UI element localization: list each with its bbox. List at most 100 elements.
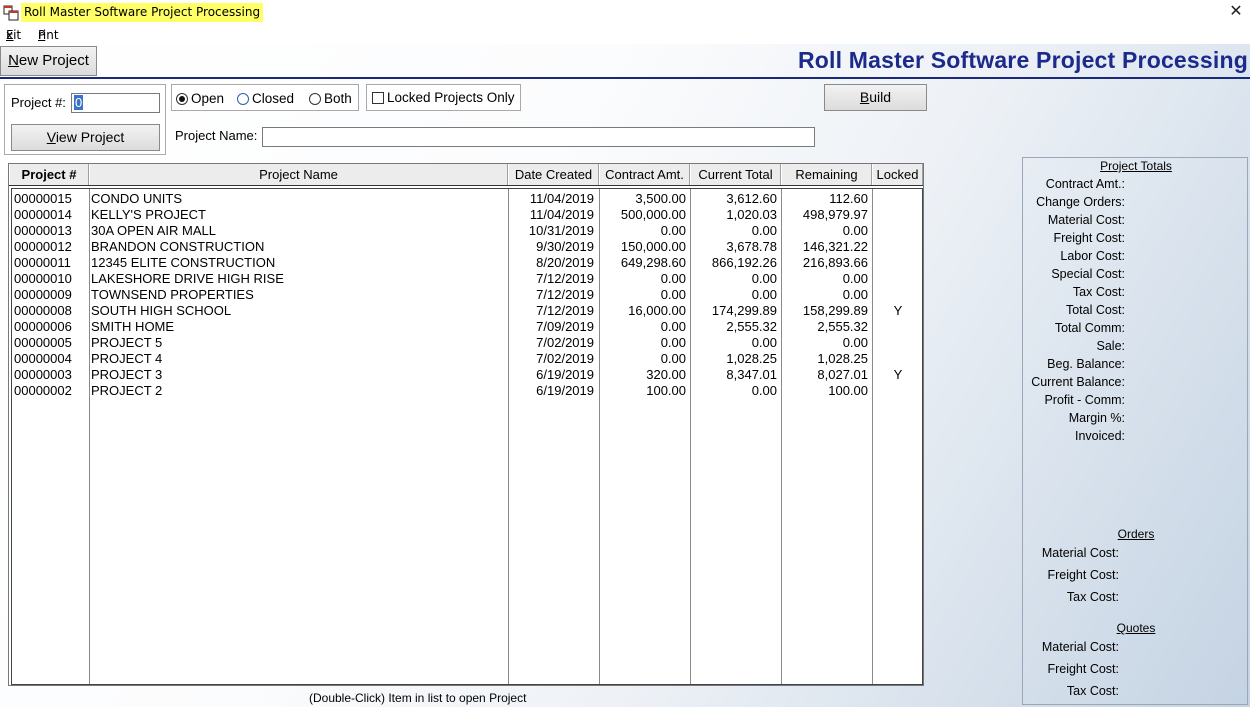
radio-both[interactable]: Both bbox=[309, 91, 352, 106]
grid-body: 00000015 CONDO UNITS 11/04/2019 3,500.00 3,6… bbox=[11, 188, 923, 685]
totals-label: Margin %: bbox=[1068, 411, 1125, 425]
table-cell: 1,028.25 bbox=[817, 351, 868, 366]
table-row[interactable]: 00000011 12345 ELITE CONSTRUCTION 8/20/201… bbox=[12, 255, 924, 271]
totals-panel: Project Totals Orders Quotes Contract Am… bbox=[1022, 157, 1248, 705]
table-row[interactable]: 00000003 PROJECT 3 6/19/2019 320.00 8,347.01… bbox=[12, 367, 924, 383]
table-cell: 7/02/2019 bbox=[536, 335, 594, 350]
table-cell: 6/19/2019 bbox=[536, 367, 594, 382]
col-header-remaining[interactable]: Remaining bbox=[781, 164, 872, 185]
project-number-input[interactable]: 0 bbox=[71, 93, 160, 113]
totals-label: Total Comm: bbox=[1054, 321, 1125, 335]
table-cell: BRANDON CONSTRUCTION bbox=[91, 239, 265, 254]
totals-label: Contract Amt.: bbox=[1045, 177, 1125, 191]
grid-header: Project # Project Name Date Created Cont… bbox=[9, 164, 923, 186]
table-cell bbox=[874, 271, 922, 287]
header-divider bbox=[0, 77, 1250, 79]
table-cell: 9/30/2019 bbox=[536, 239, 594, 254]
table-cell bbox=[874, 223, 922, 239]
table-cell bbox=[874, 287, 922, 303]
table-cell: KELLY'S PROJECT bbox=[91, 207, 206, 222]
totals-label: Current Balance: bbox=[1031, 375, 1125, 389]
table-row[interactable]: 00000013 30A OPEN AIR MALL 10/31/2019 0.00 0… bbox=[12, 223, 924, 239]
app-window-icon bbox=[3, 5, 19, 21]
table-cell: 0.00 bbox=[660, 335, 686, 350]
new-project-button[interactable]: New Project bbox=[0, 46, 97, 76]
col-header-locked[interactable]: Locked bbox=[872, 164, 923, 185]
totals-label: Beg. Balance: bbox=[1047, 357, 1125, 371]
locked-only-checkbox[interactable] bbox=[372, 92, 384, 104]
table-cell bbox=[874, 207, 922, 223]
table-cell: 2,555.32 bbox=[817, 319, 868, 334]
table-cell: 100.00 bbox=[646, 383, 686, 398]
table-row[interactable]: 00000009 TOWNSEND PROPERTIES 7/12/2019 0.00… bbox=[12, 287, 924, 303]
table-cell bbox=[874, 383, 922, 399]
col-header-project-name[interactable]: Project Name bbox=[89, 164, 508, 185]
table-cell: 00000005 bbox=[14, 335, 72, 350]
table-cell: 11/04/2019 bbox=[529, 207, 594, 222]
table-cell: 866,192.26 bbox=[711, 255, 777, 270]
table-cell: 8,347.01 bbox=[726, 367, 777, 382]
table-cell: 0.00 bbox=[751, 383, 777, 398]
table-row[interactable]: 00000008 SOUTH HIGH SCHOOL 7/12/2019 16,000… bbox=[12, 303, 924, 319]
table-cell: 00000009 bbox=[14, 287, 72, 302]
table-cell: 146,321.22 bbox=[802, 239, 868, 254]
status-radio-group: Open Closed Both bbox=[171, 84, 359, 111]
totals-label: Tax Cost: bbox=[1066, 684, 1119, 698]
table-cell: 00000006 bbox=[14, 319, 72, 334]
table-cell: 00000013 bbox=[14, 223, 72, 238]
table-cell: 0.00 bbox=[660, 287, 686, 302]
table-row[interactable]: 00000014 KELLY'S PROJECT 11/04/2019 500,000… bbox=[12, 207, 924, 223]
radio-open-indicator bbox=[176, 93, 188, 105]
table-row[interactable]: 00000006 SMITH HOME 7/09/2019 0.00 2,555.32 2… bbox=[12, 319, 924, 335]
table-cell: 1,020.03 bbox=[726, 207, 777, 222]
table-cell: 0.00 bbox=[842, 223, 868, 238]
project-name-label: Project Name: bbox=[175, 128, 258, 143]
table-cell: 158,299.89 bbox=[802, 303, 868, 318]
table-cell: 16,000.00 bbox=[628, 303, 686, 318]
build-button[interactable]: Build bbox=[824, 84, 927, 111]
col-header-project-number[interactable]: Project # bbox=[9, 164, 89, 185]
table-row[interactable]: 00000015 CONDO UNITS 11/04/2019 3,500.00 3,6… bbox=[12, 191, 924, 207]
table-cell: 174,299.89 bbox=[711, 303, 777, 318]
project-number-group: Project #: 0 View Project bbox=[4, 84, 166, 155]
table-row[interactable]: 00000004 PROJECT 4 7/02/2019 0.00 1,028.25 1,… bbox=[12, 351, 924, 367]
table-row[interactable]: 00000002 PROJECT 2 6/19/2019 100.00 0.00 100.… bbox=[12, 383, 924, 399]
table-cell: 3,678.78 bbox=[726, 239, 777, 254]
table-cell: 00000002 bbox=[14, 383, 72, 398]
table-cell: 1,028.25 bbox=[726, 351, 777, 366]
orders-title: Orders bbox=[1117, 527, 1155, 541]
table-cell: 3,500.00 bbox=[635, 191, 686, 206]
table-cell: 0.00 bbox=[751, 271, 777, 286]
table-cell: 320.00 bbox=[646, 367, 686, 382]
table-row[interactable]: 00000010 LAKESHORE DRIVE HIGH RISE 7/12/20… bbox=[12, 271, 924, 287]
close-icon[interactable]: ✕ bbox=[1228, 2, 1244, 22]
table-cell: 3,612.60 bbox=[726, 191, 777, 206]
projects-grid[interactable]: Project # Project Name Date Created Cont… bbox=[8, 163, 924, 686]
locked-only-group: Locked Projects Only bbox=[366, 84, 521, 111]
table-cell: 00000003 bbox=[14, 367, 72, 382]
table-cell: 7/09/2019 bbox=[536, 319, 594, 334]
radio-open[interactable]: Open bbox=[176, 91, 224, 106]
table-cell: 0.00 bbox=[660, 223, 686, 238]
totals-label: Change Orders: bbox=[1036, 195, 1125, 209]
table-cell: 7/12/2019 bbox=[536, 303, 594, 318]
col-header-current-total[interactable]: Current Total bbox=[690, 164, 781, 185]
radio-closed[interactable]: Closed bbox=[237, 91, 294, 106]
col-header-contract-amt[interactable]: Contract Amt. bbox=[599, 164, 690, 185]
table-cell: 0.00 bbox=[660, 319, 686, 334]
table-cell: 0.00 bbox=[751, 287, 777, 302]
table-cell: PROJECT 5 bbox=[91, 335, 163, 350]
totals-label: Special Cost: bbox=[1051, 267, 1125, 281]
table-cell: 0.00 bbox=[660, 351, 686, 366]
project-name-input[interactable] bbox=[262, 127, 815, 147]
col-header-date-created[interactable]: Date Created bbox=[508, 164, 599, 185]
totals-label: Labor Cost: bbox=[1060, 249, 1125, 263]
table-row[interactable]: 00000012 BRANDON CONSTRUCTION 9/30/2019 150… bbox=[12, 239, 924, 255]
table-row[interactable]: 00000005 PROJECT 5 7/02/2019 0.00 0.00 0.00 bbox=[12, 335, 924, 351]
quotes-title: Quotes bbox=[1116, 621, 1156, 635]
locked-only-label[interactable]: Locked Projects Only bbox=[387, 90, 515, 105]
view-project-button[interactable]: View Project bbox=[11, 124, 160, 151]
table-cell: 7/12/2019 bbox=[536, 287, 594, 302]
table-cell: 00000014 bbox=[14, 207, 72, 222]
table-cell bbox=[874, 335, 922, 351]
